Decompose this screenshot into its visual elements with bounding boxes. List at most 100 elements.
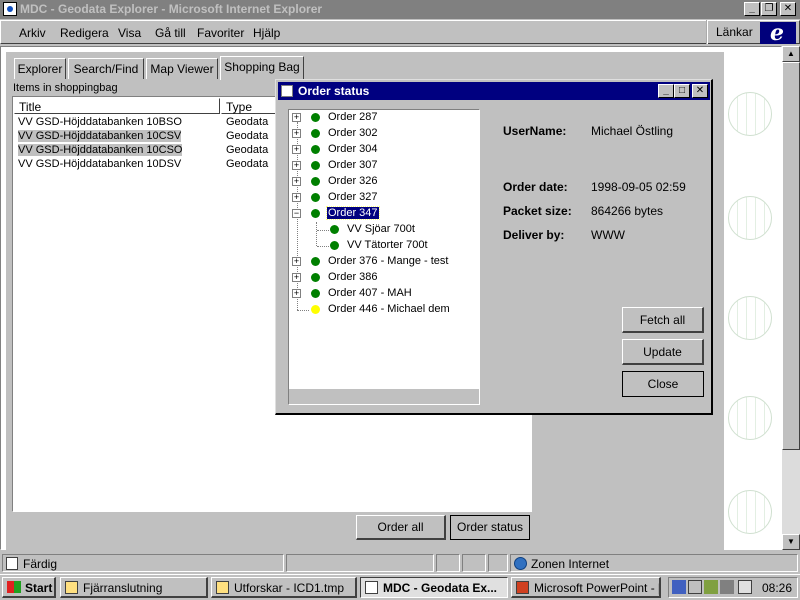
deliver-by-value: WWW — [591, 228, 625, 242]
page-scrollbar[interactable]: ▲ ▼ — [782, 46, 800, 550]
taskbar-button[interactable]: Utforskar - ICD1.tmp — [211, 577, 357, 598]
taskbar-button-active[interactable]: MDC - Geodata Ex... — [360, 577, 508, 598]
order-status-button[interactable]: Order status — [450, 515, 530, 540]
status-green-icon — [311, 145, 320, 154]
fetch-all-button[interactable]: Fetch all — [622, 307, 704, 333]
taskbar-button[interactable]: Fjärranslutning — [60, 577, 208, 598]
row-title: VV GSD-Höjddatabanken 10BSO — [18, 116, 182, 128]
tree-node-label[interactable]: Order 304 — [328, 143, 378, 155]
expand-icon[interactable]: + — [292, 177, 301, 186]
close-icon[interactable]: ✕ — [692, 84, 708, 98]
minimize-icon[interactable]: _ — [658, 84, 674, 98]
tab-explorer[interactable]: Explorer — [14, 58, 66, 79]
maximize-icon[interactable]: □ — [674, 84, 690, 98]
taskbar-button[interactable]: Microsoft PowerPoint - [... — [511, 577, 661, 598]
status-green-icon — [311, 129, 320, 138]
scroll-down-icon[interactable]: ▼ — [782, 534, 800, 550]
tab-map-viewer[interactable]: Map Viewer — [146, 58, 218, 79]
expand-icon[interactable]: + — [292, 193, 301, 202]
tree-horizontal-scrollbar[interactable] — [289, 388, 479, 404]
tree-node-label[interactable]: Order 347 — [326, 206, 380, 220]
expand-icon[interactable]: + — [292, 273, 301, 282]
column-header-title[interactable]: Title — [14, 98, 220, 114]
tree-node-label[interactable]: Order 302 — [328, 127, 378, 139]
packet-size-label: Packet size: — [503, 204, 572, 218]
row-type: Geodata — [226, 130, 269, 142]
expand-icon[interactable]: + — [292, 113, 301, 122]
security-zone-cell: Zonen Internet — [510, 554, 798, 572]
minimize-icon[interactable]: _ — [744, 2, 760, 16]
ie-logo-icon: e — [760, 20, 796, 46]
start-button[interactable]: Start — [2, 577, 56, 598]
restore-icon[interactable]: ❐ — [761, 2, 777, 16]
expand-icon[interactable]: + — [292, 257, 301, 266]
expand-icon[interactable]: + — [292, 145, 301, 154]
taskbar-button-label: Utforskar - ICD1.tmp — [234, 581, 345, 595]
tree-connector — [297, 310, 309, 311]
window-title: MDC - Geodata Explorer - Microsoft Inter… — [20, 2, 323, 16]
dialog-titlebar[interactable]: Order status _ □ ✕ — [278, 82, 710, 100]
ie-page-icon[interactable] — [3, 2, 17, 16]
ie-page-icon — [365, 581, 378, 594]
tree-node-label[interactable]: Order 287 — [328, 111, 378, 123]
username-value: Michael Östling — [591, 124, 674, 138]
status-green-icon — [311, 193, 320, 202]
username-label: UserName: — [503, 124, 567, 138]
tree-node-label[interactable]: Order 407 - MAH — [328, 287, 412, 299]
column-header-type[interactable]: Type — [221, 98, 281, 114]
background-globe-icon — [728, 396, 772, 440]
volume-icon[interactable] — [720, 580, 734, 594]
menu-visa[interactable]: Visa — [118, 26, 141, 40]
menu-favoriter[interactable]: Favoriter — [197, 26, 244, 40]
network-icon[interactable] — [672, 580, 686, 594]
row-type: Geodata — [226, 158, 269, 170]
window-titlebar[interactable]: MDC - Geodata Explorer - Microsoft Inter… — [0, 0, 800, 19]
expand-icon[interactable]: + — [292, 129, 301, 138]
menubar: Arkiv Redigera Visa Gå till Favoriter Hj… — [0, 20, 800, 44]
internet-zone-icon — [514, 557, 527, 570]
menu-hjalp[interactable]: Hjälp — [253, 26, 280, 40]
windows-logo-icon — [7, 581, 21, 593]
tab-shopping-bag[interactable]: Shopping Bag — [220, 56, 304, 80]
row-type: Geodata — [226, 116, 269, 128]
security-zone-text: Zonen Internet — [531, 557, 610, 571]
status-green-icon — [311, 113, 320, 122]
tree-node-label[interactable]: VV Tätorter 700t — [347, 239, 428, 251]
taskbar-clock[interactable]: 08:26 — [762, 581, 792, 595]
expand-icon[interactable]: + — [292, 289, 301, 298]
close-button[interactable]: Close — [622, 371, 704, 397]
shopping-bag-heading: Items in shoppingbag — [13, 82, 118, 94]
mouse-icon[interactable] — [688, 580, 702, 594]
tree-node-label[interactable]: Order 326 — [328, 175, 378, 187]
status-green-icon — [311, 161, 320, 170]
tree-connector — [316, 222, 317, 246]
status-cell — [436, 554, 460, 572]
expand-icon[interactable]: + — [292, 161, 301, 170]
row-type: Geodata — [226, 144, 269, 156]
tree-node-label[interactable]: Order 307 — [328, 159, 378, 171]
taskbar-button-label: Fjärranslutning — [83, 581, 163, 595]
close-icon[interactable]: ✕ — [780, 2, 796, 16]
links-label[interactable]: Länkar — [716, 25, 753, 39]
tree-node-label[interactable]: Order 446 - Michael dem — [328, 303, 450, 315]
tree-node-label[interactable]: Order 386 — [328, 271, 378, 283]
menu-redigera[interactable]: Redigera — [60, 26, 109, 40]
modem-icon[interactable] — [704, 580, 718, 594]
collapse-icon[interactable]: − — [292, 209, 301, 218]
monitor-icon[interactable] — [738, 580, 752, 594]
scroll-up-icon[interactable]: ▲ — [782, 46, 800, 62]
order-all-button[interactable]: Order all — [356, 515, 446, 540]
page-done-icon — [6, 557, 18, 570]
update-button[interactable]: Update — [622, 339, 704, 365]
tree-node-label[interactable]: VV Sjöar 700t — [347, 223, 415, 235]
java-window-icon[interactable] — [281, 85, 293, 97]
tree-node-label[interactable]: Order 376 - Mange - test — [328, 255, 448, 267]
scroll-thumb[interactable] — [782, 62, 800, 450]
explorer-icon — [216, 581, 229, 594]
status-green-icon — [330, 225, 339, 234]
tree-node-label[interactable]: Order 327 — [328, 191, 378, 203]
menu-ga-till[interactable]: Gå till — [155, 26, 186, 40]
status-cell — [488, 554, 508, 572]
tab-search-find[interactable]: Search/Find — [68, 58, 144, 79]
menu-arkiv[interactable]: Arkiv — [19, 26, 46, 40]
